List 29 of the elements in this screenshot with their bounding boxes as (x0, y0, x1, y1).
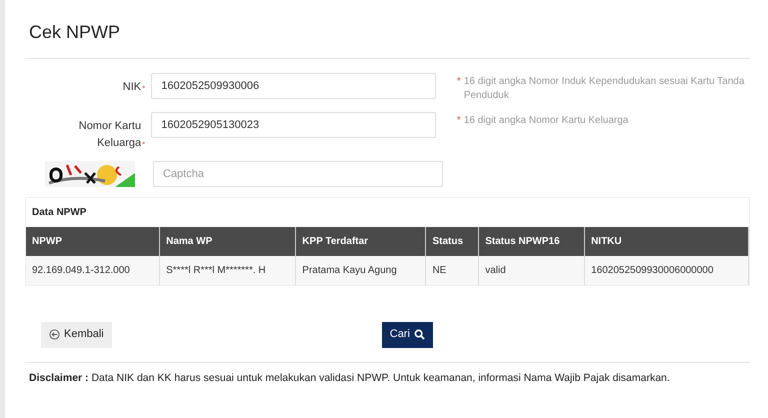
column-header: KPP Terdaftar (296, 226, 426, 256)
table-cell: S****l R***l M*******. H (160, 256, 296, 285)
column-header: NITKU (584, 226, 748, 256)
required-mark: * (456, 114, 461, 128)
hint-text: 16 digit angka Nomor Induk Kependudukan sesuai Kartu Tanda Penduduk (464, 74, 746, 103)
required-mark: * (142, 139, 146, 152)
field-label: Nomor Kartu Keluarga (78, 118, 142, 151)
panel-title: Data NPWP (31, 206, 88, 220)
column-header: Status (426, 226, 479, 256)
hint-text: 16 digit angka Nomor Kartu Keluarga (464, 114, 628, 128)
table-cell: 1602052509930006000000 (584, 256, 748, 285)
input-field[interactable]: 1602052905130023 (151, 112, 436, 138)
captcha-field[interactable]: Captcha (153, 160, 443, 187)
column-header: NPWP (26, 226, 160, 256)
search-button[interactable]: Cari (382, 322, 433, 348)
field-label: NIK (122, 80, 142, 95)
table-cell: Pratama Kayu Agung (296, 256, 426, 285)
search-icon (414, 329, 425, 340)
table-cell: valid (478, 256, 585, 285)
input-field[interactable]: 1602052509930006 (151, 72, 436, 99)
disclaimer-text: Disclaimer : Data NIK dan KK harus sesuai untuk melakukan validasi NPWP. Untuk keamanan, informasi Nama Wajib Pajak disamarkan. (25, 362, 750, 394)
page-title: Cek NPWP (29, 22, 122, 44)
back-button[interactable]: Kembali (41, 322, 112, 348)
column-header: Status NPWP16 (478, 226, 585, 256)
required-mark: * (142, 83, 146, 96)
table-cell: NE (426, 256, 479, 285)
table-cell: 92.169.049.1-312.000 (26, 256, 160, 285)
required-mark: * (456, 74, 461, 89)
column-header: Nama WP (160, 226, 296, 256)
